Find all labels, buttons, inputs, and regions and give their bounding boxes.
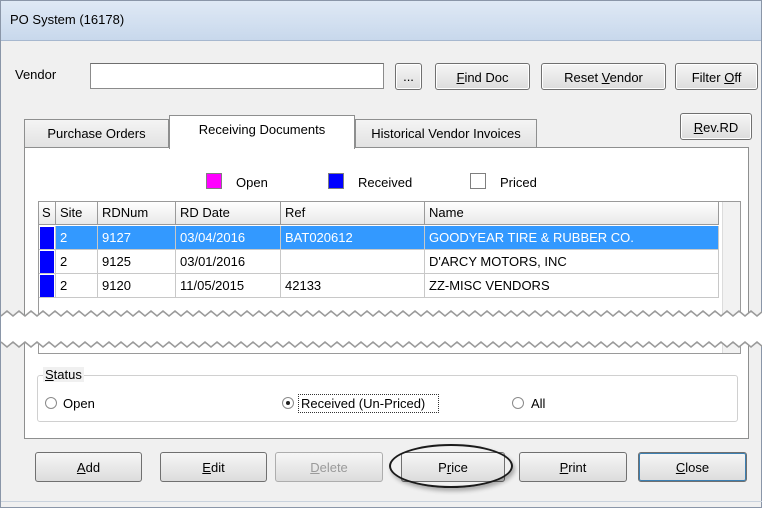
legend-priced-swatch (470, 173, 486, 189)
ref-cell: 42133 (281, 274, 425, 298)
filter-off-label-post: ff (734, 70, 742, 85)
edit-button[interactable]: Edit (160, 452, 267, 482)
status-cell (39, 226, 56, 250)
ref-cell: BAT020612 (281, 226, 425, 250)
rd-date-cell: 11/05/2015 (176, 274, 281, 298)
rev-rd-label-post: ev.RD (703, 120, 739, 135)
window-bottom-edge (1, 501, 762, 502)
table-row[interactable]: 2 9120 11/05/2015 42133 ZZ-MISC VENDORS (39, 274, 719, 298)
column-header-s[interactable]: S (39, 202, 56, 225)
delete-label-key: D (310, 460, 320, 475)
legend-open-swatch (206, 173, 222, 189)
close-label-post: lose (685, 460, 710, 475)
print-label-post: rint (568, 460, 587, 475)
rdnum-cell: 9127 (98, 226, 176, 250)
ref-cell (281, 250, 425, 274)
close-button[interactable]: Close (638, 452, 747, 482)
tab-historical-vendor-invoices-label: Historical Vendor Invoices (371, 126, 521, 141)
print-label-key: P (559, 460, 569, 475)
name-cell: GOODYEAR TIRE & RUBBER CO. (425, 226, 719, 250)
reset-vendor-label-pre: Reset (564, 70, 602, 85)
edit-label-key: E (202, 460, 211, 475)
status-title-key: S (45, 367, 54, 382)
name-cell: D'ARCY MOTORS, INC (425, 250, 719, 274)
filter-off-button[interactable]: Filter Off (675, 63, 758, 90)
status-cell (39, 274, 56, 298)
title-bar: PO System (16178) (1, 1, 761, 41)
filter-off-label-pre: Filter (691, 70, 725, 85)
rdnum-cell: 9120 (98, 274, 176, 298)
status-open-radio[interactable] (45, 397, 57, 409)
po-system-window: PO System (16178) Vendor ... Find Doc Re… (0, 0, 762, 508)
table-row[interactable]: 2 9125 03/01/2016 D'ARCY MOTORS, INC (39, 250, 719, 274)
status-received-unpriced-label[interactable]: Received (Un-Priced) (301, 396, 425, 411)
table-row[interactable]: 2 9127 03/04/2016 BAT020612 GOODYEAR TIR… (39, 226, 719, 250)
tab-receiving-documents-label: Receiving Documents (198, 122, 326, 137)
delete-label-post: elete (319, 460, 348, 475)
vendor-browse-label: ... (403, 69, 414, 84)
close-label-key: C (675, 460, 686, 475)
delete-button[interactable]: Delete (275, 452, 383, 482)
column-header-ref[interactable]: Ref (281, 202, 425, 225)
site-cell: 2 (56, 250, 98, 274)
legend-received-swatch (328, 173, 344, 189)
vendor-browse-button[interactable]: ... (395, 63, 422, 90)
legend-priced-label: Priced (500, 175, 537, 190)
window-title: PO System (16178) (10, 12, 125, 27)
tab-historical-vendor-invoices[interactable]: Historical Vendor Invoices (355, 119, 537, 147)
received-status-swatch (40, 275, 54, 297)
print-button[interactable]: Print (519, 452, 627, 482)
reset-vendor-label-key: V (601, 70, 610, 85)
rd-date-cell: 03/04/2016 (176, 226, 281, 250)
price-button-highlight-callout (389, 444, 513, 488)
tab-purchase-orders-label: Purchase Orders (47, 126, 146, 141)
filter-off-label-key: O (724, 70, 735, 85)
received-status-swatch (40, 251, 54, 273)
add-button[interactable]: Add (35, 452, 142, 482)
rev-rd-button[interactable]: Rev.RD (680, 113, 752, 140)
status-all-label[interactable]: All (531, 396, 545, 411)
find-doc-label-post: ind Doc (464, 70, 509, 85)
legend-open-label: Open (236, 175, 268, 190)
received-status-swatch (40, 227, 54, 249)
column-header-site[interactable]: Site (56, 202, 98, 225)
add-label-key: A (76, 460, 86, 475)
find-doc-button[interactable]: Find Doc (435, 63, 530, 90)
vendor-input[interactable] (90, 63, 384, 89)
site-cell: 2 (56, 226, 98, 250)
status-cell (39, 250, 56, 274)
add-label-post: dd (85, 460, 101, 475)
torn-edge-divider (1, 310, 762, 348)
tab-receiving-documents[interactable]: Receiving Documents (169, 115, 355, 149)
reset-vendor-button[interactable]: Reset Vendor (541, 63, 666, 90)
column-header-rd-date[interactable]: RD Date (176, 202, 281, 225)
rd-date-cell: 03/01/2016 (176, 250, 281, 274)
rev-rd-label-key: R (693, 120, 704, 135)
status-all-radio[interactable] (512, 397, 524, 409)
status-received-unpriced-radio[interactable] (282, 397, 294, 409)
tab-purchase-orders[interactable]: Purchase Orders (24, 119, 169, 147)
status-open-label[interactable]: Open (63, 396, 95, 411)
rdnum-cell: 9125 (98, 250, 176, 274)
status-title-post: tatus (53, 367, 82, 382)
name-cell: ZZ-MISC VENDORS (425, 274, 719, 298)
column-header-name[interactable]: Name (425, 202, 719, 225)
site-cell: 2 (56, 274, 98, 298)
status-group-title: Status (43, 367, 84, 382)
legend-received-label: Received (358, 175, 413, 190)
reset-vendor-label-post: endor (609, 70, 643, 85)
edit-label-post: dit (210, 460, 225, 475)
column-header-rdnum[interactable]: RDNum (98, 202, 176, 225)
vendor-label: Vendor (15, 67, 57, 82)
